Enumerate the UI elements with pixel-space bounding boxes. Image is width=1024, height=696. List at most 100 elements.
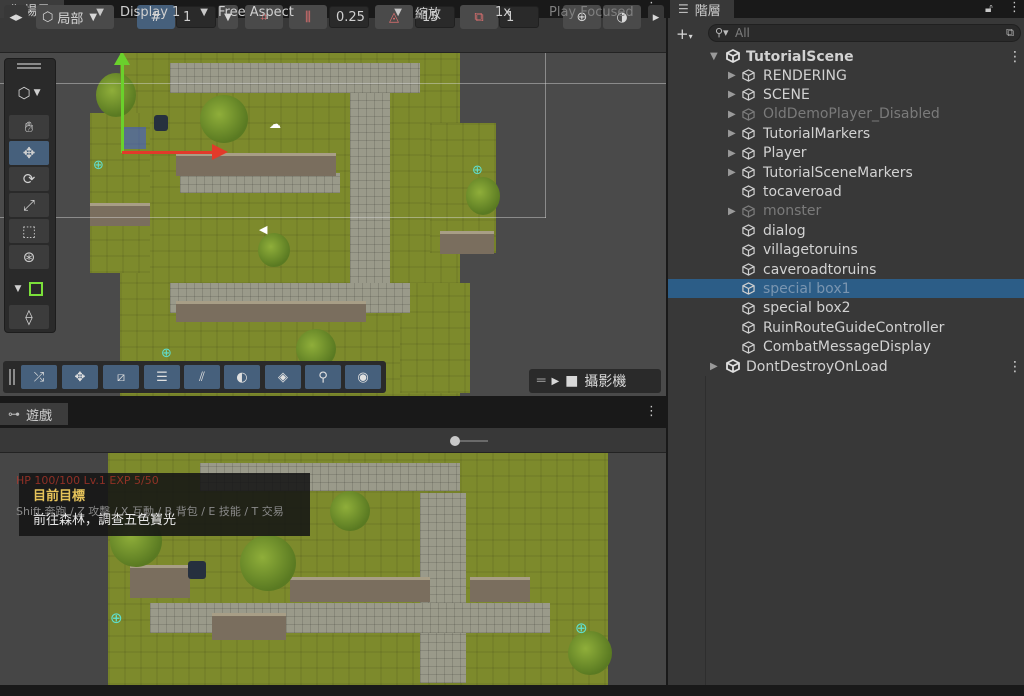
move-gizmo-y-arrow-icon[interactable] — [114, 53, 130, 65]
overlay-move-button[interactable]: ✥ — [62, 365, 98, 389]
tree — [240, 535, 296, 591]
hierarchy-scene-root[interactable]: ▼ TutorialScene ⋮ — [668, 47, 1024, 66]
snap-lines-icon: ⫽ — [199, 369, 205, 385]
expand-arrow-icon[interactable]: ▶ — [728, 89, 736, 100]
expand-arrow-icon[interactable]: ▶ — [728, 206, 736, 217]
game-panel-menu-icon[interactable]: ⋮ — [645, 404, 658, 419]
lock-icon[interactable]: 🔓︎ — [985, 1, 993, 16]
objective-hud: HP 100/100 Lv.1 EXP 5/50 Shift 奔跑 / Z 攻擊… — [16, 473, 310, 536]
overlay-shuffle-button[interactable]: ⤮ — [21, 365, 57, 389]
expand-arrow-icon[interactable]: ▶ — [728, 148, 736, 159]
gameobject-cube-icon — [742, 88, 755, 102]
hierarchy-item[interactable]: ▶ Player — [668, 144, 1024, 163]
tab-hierarchy[interactable]: ☰ 階層 — [670, 0, 734, 19]
game-view-mode-dropdown[interactable]: ▼ — [2, 3, 108, 21]
rect-transform-icon: ⬚ — [21, 222, 37, 240]
hierarchy-item[interactable]: ▶ TutorialMarkers — [668, 124, 1024, 143]
chevron-down-icon: ▼ — [394, 6, 402, 18]
add-object-button[interactable]: +▾ — [676, 25, 693, 43]
hierarchy-item-label: CombatMessageDisplay — [763, 339, 931, 356]
hierarchy-item[interactable]: caveroadtoruins — [668, 260, 1024, 279]
hand-tool-button[interactable]: ✋︎ — [9, 115, 49, 139]
aspect-dropdown[interactable]: Free Aspect ▼ — [218, 3, 406, 21]
path-nodes-icon: ⟠ — [25, 308, 33, 326]
zoom-value: 1x — [495, 4, 511, 20]
overlay-layers-button[interactable]: ◈ — [265, 365, 301, 389]
tree — [258, 233, 290, 267]
hierarchy-item[interactable]: ▶ RENDERING — [668, 66, 1024, 85]
gameobject-cube-icon — [742, 69, 755, 82]
hierarchy-item-label: TutorialSceneMarkers — [763, 164, 913, 181]
scene-camera-overlay[interactable]: ═ ▶ ■ 攝影機 — [529, 369, 661, 393]
rect-tool-button[interactable]: ⬚ — [9, 219, 49, 243]
zoom-slider[interactable] — [450, 436, 488, 446]
zoom-slider-thumb[interactable] — [450, 436, 460, 446]
expand-arrow-icon[interactable]: ▶ — [728, 109, 736, 120]
hierarchy-item[interactable]: ▶ monster — [668, 202, 1024, 221]
path-tool-button[interactable]: ⟠ — [9, 305, 49, 329]
stone-path — [350, 93, 390, 293]
gameobject-cube-icon — [742, 166, 755, 179]
hierarchy-item-label: monster — [763, 203, 822, 220]
search-filter-icon[interactable]: ⧉ — [1006, 26, 1014, 40]
tree — [200, 95, 248, 143]
move-tool-button[interactable]: ✥ — [9, 141, 49, 165]
scale-snap-button[interactable]: ⧉ — [460, 5, 498, 29]
hierarchy-search-field[interactable]: ⚲▾ All ⧉ — [708, 24, 1021, 42]
hierarchy-item[interactable]: tocaveroad — [668, 182, 1024, 201]
expand-arrow-icon[interactable]: ▶ — [710, 361, 718, 372]
rotate-tool-button[interactable]: ⟳ — [9, 167, 49, 191]
hierarchy-panel-menu-icon[interactable]: ⋮ — [1008, 0, 1021, 15]
transform-tool-button[interactable]: ⊛ — [9, 245, 49, 269]
hierarchy-item[interactable]: special box1 — [668, 279, 1024, 299]
tab-game[interactable]: ⊶ 遊戲 — [0, 403, 68, 425]
ruin-wall — [90, 203, 150, 226]
overlay-drag-handle[interactable] — [9, 369, 11, 385]
hierarchy-item[interactable]: villagetoruins — [668, 241, 1024, 260]
hierarchy-item[interactable]: special box2 — [668, 299, 1024, 318]
gameobject-cube-icon — [742, 146, 755, 160]
hierarchy-ddol-root[interactable]: ▶ DontDestroyOnLoad ⋮ — [668, 357, 1024, 376]
gameobject-cube-icon — [742, 127, 755, 140]
palette-drag-handle[interactable] — [17, 63, 41, 65]
ddol-menu-icon[interactable]: ⋮ — [1008, 359, 1022, 375]
move-gizmo-plane-handle[interactable] — [124, 127, 146, 149]
overlay-lighting-button[interactable]: ◐ — [224, 365, 260, 389]
overlay-snap-button[interactable]: ⫽ — [184, 365, 220, 389]
custom-tool-dropdown[interactable]: ▼ — [9, 277, 49, 301]
overlay-visibility-button[interactable]: ◉ — [345, 365, 381, 389]
game-tab-strip — [0, 397, 666, 427]
overlay-search-button[interactable]: ⚲ — [305, 365, 341, 389]
hierarchy-item[interactable]: dialog — [668, 221, 1024, 240]
scale-tool-button[interactable]: ⤢ — [9, 193, 49, 217]
hierarchy-item[interactable]: ▶ OldDemoPlayer_Disabled — [668, 105, 1024, 124]
move-gizmo-x-axis[interactable] — [122, 151, 214, 154]
tool-palette: ⬡ ▼ ✋︎ ✥ ⟳ ⤢ ⬚ ⊛ ▼ ⟠ — [4, 58, 56, 333]
expand-arrow-icon[interactable]: ▼ — [710, 51, 718, 62]
expand-arrow-icon[interactable]: ▶ — [728, 128, 736, 139]
display-dropdown[interactable]: Display 1 ▼ — [120, 3, 212, 21]
overlay-flip-button[interactable]: ⧄ — [103, 365, 139, 389]
overlay-align-button[interactable]: ☰ — [144, 365, 180, 389]
expand-arrow-icon[interactable]: ▶ — [728, 167, 736, 178]
play-focused-toggle[interactable]: Play Focused — [549, 3, 663, 21]
hierarchy-item[interactable]: ▶ SCENE — [668, 85, 1024, 104]
hierarchy-item[interactable]: CombatMessageDisplay — [668, 338, 1024, 357]
stone-path — [180, 173, 340, 193]
hierarchy-item[interactable]: RuinRouteGuideController — [668, 318, 1024, 337]
chevron-down-icon: ▼ — [96, 6, 104, 18]
eye-camera-icon: ◉ — [357, 369, 369, 385]
scene-view[interactable]: ⊕ ⊕ ⊕ ◀ ☁ — [0, 53, 666, 396]
hierarchy-item-label: TutorialMarkers — [763, 125, 871, 142]
align-icon: ☰ — [156, 369, 168, 385]
hierarchy-item[interactable]: ▶ TutorialSceneMarkers — [668, 163, 1024, 182]
view-mode-dropdown[interactable]: ⬡ ▼ — [9, 81, 49, 105]
objective-title: 目前目標 — [33, 489, 86, 504]
scene-icon — [726, 48, 740, 64]
scene-menu-icon[interactable]: ⋮ — [1008, 49, 1022, 65]
hierarchy-item-label: RuinRouteGuideController — [763, 319, 945, 336]
move-gizmo-x-arrow-icon[interactable] — [212, 144, 228, 160]
camera-label: 攝影機 — [584, 374, 627, 390]
tree — [466, 177, 500, 215]
expand-arrow-icon[interactable]: ▶ — [728, 70, 736, 81]
